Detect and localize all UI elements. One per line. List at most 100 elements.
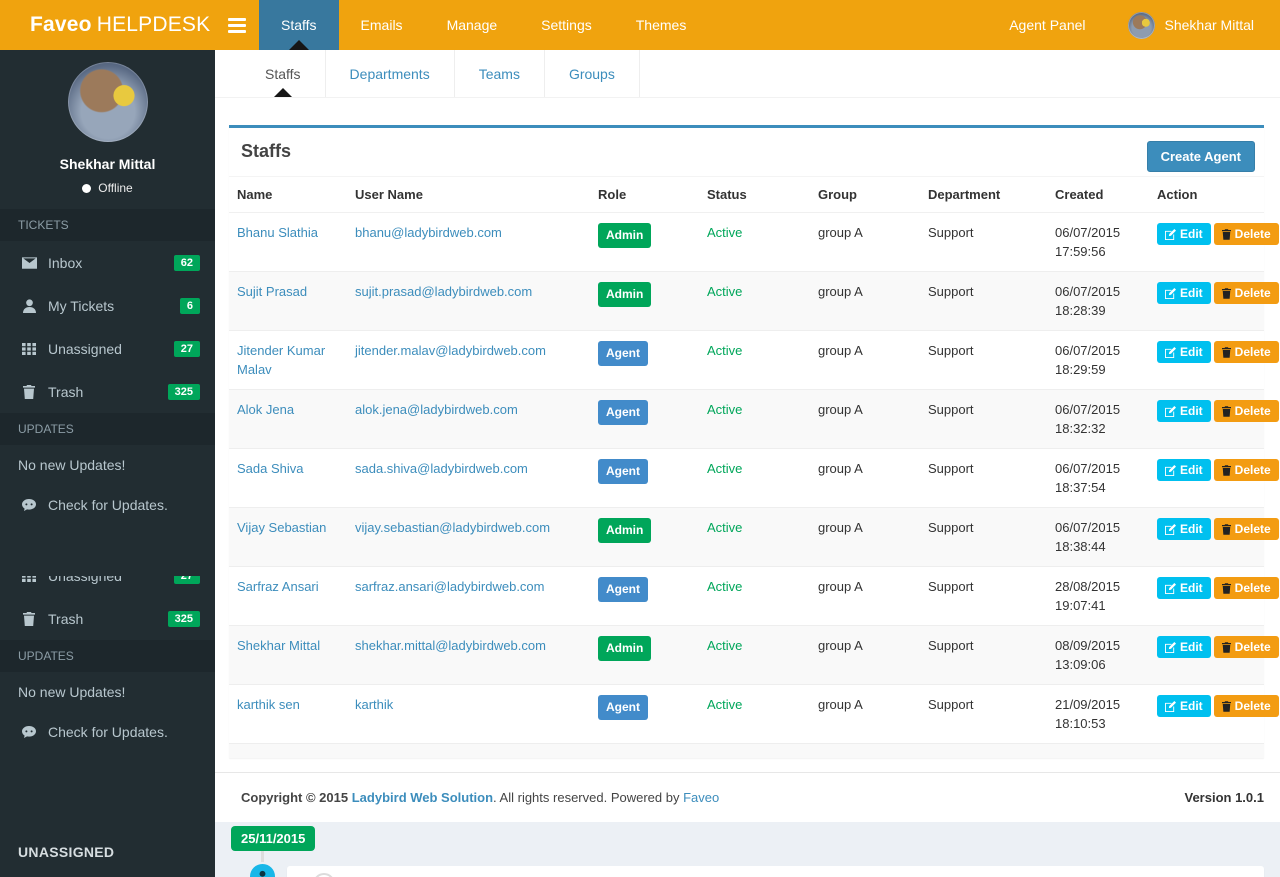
staff-name-link[interactable]: Shekhar Mittal bbox=[237, 638, 320, 653]
nav-item-emails[interactable]: Emails bbox=[339, 0, 425, 50]
col-header-created[interactable]: Created bbox=[1047, 176, 1149, 213]
table-row: Shekhar Mittal shekhar.mittal@ladybirdwe… bbox=[229, 625, 1279, 685]
staff-username-link[interactable]: bhanu@ladybirdweb.com bbox=[355, 225, 502, 240]
edit-button[interactable]: Edit bbox=[1157, 282, 1211, 304]
delete-button[interactable]: Delete bbox=[1213, 282, 1279, 304]
table-row: karthik sen karthik Agent Active group A… bbox=[229, 684, 1279, 743]
delete-button[interactable]: Delete bbox=[1213, 518, 1279, 540]
delete-button[interactable]: Delete bbox=[1213, 695, 1279, 717]
delete-button[interactable]: Delete bbox=[1213, 341, 1279, 363]
create-agent-button[interactable]: Create Agent bbox=[1146, 141, 1255, 172]
col-header-username[interactable]: User Name bbox=[347, 176, 590, 213]
top-navbar: Faveo HELPDESK Staffs Emails Manage Sett… bbox=[0, 0, 1280, 50]
sidebar: Shekhar Mittal Offline TICKETS Inbox 62 … bbox=[0, 50, 215, 877]
subnav-item-groups[interactable]: Groups bbox=[545, 50, 640, 97]
staff-username-link[interactable]: sada.shiva@ladybirdweb.com bbox=[355, 461, 528, 476]
nav-item-themes[interactable]: Themes bbox=[614, 0, 709, 50]
department-text: Support bbox=[928, 461, 974, 476]
col-header-role[interactable]: Role bbox=[590, 176, 699, 213]
created-time: 19:07:41 bbox=[1055, 598, 1106, 613]
edit-button[interactable]: Edit bbox=[1157, 518, 1211, 540]
staff-username-link[interactable]: shekhar.mittal@ladybirdweb.com bbox=[355, 638, 546, 653]
edit-button[interactable]: Edit bbox=[1157, 341, 1211, 363]
sidebar-item-trash-2[interactable]: Trash 325 bbox=[0, 597, 215, 640]
staff-name-link[interactable]: Sujit Prasad bbox=[237, 284, 307, 299]
sidebar-item-inbox[interactable]: Inbox 62 bbox=[0, 241, 215, 284]
status-text: Active bbox=[707, 697, 743, 712]
sidebar-status[interactable]: Offline bbox=[0, 181, 215, 195]
department-text: Support bbox=[928, 697, 974, 712]
subnav-item-departments[interactable]: Departments bbox=[326, 50, 455, 97]
sidebar-item-trash[interactable]: Trash 325 bbox=[0, 370, 215, 413]
nav-item-label: Manage bbox=[446, 17, 498, 33]
created-time: 13:09:06 bbox=[1055, 657, 1106, 672]
no-updates-text-2: No new Updates! bbox=[0, 672, 215, 712]
staff-name-link[interactable]: karthik sen bbox=[237, 697, 300, 712]
staff-username-link[interactable]: karthik bbox=[355, 697, 393, 712]
edit-button[interactable]: Edit bbox=[1157, 636, 1211, 658]
faveo-link[interactable]: Faveo bbox=[683, 790, 719, 805]
delete-button[interactable]: Delete bbox=[1213, 577, 1279, 599]
staff-username-link[interactable]: vijay.sebastian@ladybirdweb.com bbox=[355, 520, 550, 535]
staff-name-link[interactable]: Bhanu Slathia bbox=[237, 225, 318, 240]
nav-item-settings[interactable]: Settings bbox=[519, 0, 614, 50]
panel-title: Staffs bbox=[241, 141, 292, 161]
role-badge: Admin bbox=[598, 518, 652, 543]
role-badge: Admin bbox=[598, 282, 652, 307]
staff-name-link[interactable]: Jitender Kumar Malav bbox=[237, 343, 325, 377]
brand-logo[interactable]: Faveo HELPDESK bbox=[0, 0, 215, 50]
sidebar-item-unassigned-2[interactable]: Unassigned 27 bbox=[0, 576, 215, 597]
col-header-department[interactable]: Department bbox=[920, 176, 1047, 213]
user-avatar bbox=[1127, 11, 1155, 39]
col-header-action[interactable]: Action bbox=[1149, 176, 1264, 213]
staff-name-link[interactable]: Sarfraz Ansari bbox=[237, 579, 319, 594]
group-text: group A bbox=[818, 638, 863, 653]
created-date: 06/07/2015 bbox=[1055, 225, 1121, 240]
staffs-table: Name User Name Role Status Group Departm… bbox=[229, 176, 1279, 743]
subnav-label: Teams bbox=[478, 65, 520, 82]
delete-button[interactable]: Delete bbox=[1213, 400, 1279, 422]
company-link[interactable]: Ladybird Web Solution bbox=[352, 790, 493, 805]
delete-button[interactable]: Delete bbox=[1213, 223, 1279, 245]
col-header-status[interactable]: Status bbox=[699, 176, 810, 213]
sidebar-toggle-button[interactable] bbox=[215, 0, 259, 50]
sidebar-item-label: Trash bbox=[48, 610, 84, 627]
check-updates-link-2[interactable]: Check for Updates. bbox=[0, 712, 215, 752]
col-header-group[interactable]: Group bbox=[810, 176, 920, 213]
edit-button[interactable]: Edit bbox=[1157, 695, 1211, 717]
footer: Copyright © 2015 Ladybird Web Solution. … bbox=[215, 772, 1280, 822]
edit-button[interactable]: Edit bbox=[1157, 577, 1211, 599]
role-badge: Admin bbox=[598, 223, 652, 248]
staff-username-link[interactable]: sujit.prasad@ladybirdweb.com bbox=[355, 284, 532, 299]
edit-button[interactable]: Edit bbox=[1157, 400, 1211, 422]
col-header-name[interactable]: Name bbox=[229, 176, 347, 213]
subnav-item-teams[interactable]: Teams bbox=[455, 50, 545, 97]
department-text: Support bbox=[928, 343, 974, 358]
delete-button[interactable]: Delete bbox=[1213, 459, 1279, 481]
subnav-item-staffs[interactable]: Staffs bbox=[241, 50, 326, 97]
staff-username-link[interactable]: alok.jena@ladybirdweb.com bbox=[355, 402, 518, 417]
nav-item-manage[interactable]: Manage bbox=[425, 0, 520, 50]
staff-name-link[interactable]: Sada Shiva bbox=[237, 461, 304, 476]
edit-button[interactable]: Edit bbox=[1157, 223, 1211, 245]
staff-username-link[interactable]: sarfraz.ansari@ladybirdweb.com bbox=[355, 579, 545, 594]
sidebar-item-my-tickets[interactable]: My Tickets 6 bbox=[0, 284, 215, 327]
staff-name-link[interactable]: Vijay Sebastian bbox=[237, 520, 326, 535]
group-text: group A bbox=[818, 225, 863, 240]
staff-name-link[interactable]: Alok Jena bbox=[237, 402, 294, 417]
group-text: group A bbox=[818, 284, 863, 299]
agent-panel-link[interactable]: Agent Panel bbox=[1009, 17, 1085, 33]
delete-button[interactable]: Delete bbox=[1213, 636, 1279, 658]
sidebar-item-unassigned[interactable]: Unassigned 27 bbox=[0, 327, 215, 370]
staff-username-link[interactable]: jitender.malav@ladybirdweb.com bbox=[355, 343, 546, 358]
check-updates-link[interactable]: Check for Updates. bbox=[0, 485, 215, 525]
user-menu[interactable]: Shekhar Mittal bbox=[1127, 11, 1254, 39]
trash-icon bbox=[18, 384, 40, 399]
created-time: 18:10:53 bbox=[1055, 716, 1106, 731]
created-date: 06/07/2015 bbox=[1055, 461, 1121, 476]
edit-button[interactable]: Edit bbox=[1157, 459, 1211, 481]
role-badge: Admin bbox=[598, 636, 652, 661]
nav-item-staffs[interactable]: Staffs bbox=[259, 0, 339, 50]
timeline-date-badge: 25/11/2015 bbox=[231, 826, 316, 851]
table-row: Bhanu Slathia bhanu@ladybirdweb.com Admi… bbox=[229, 212, 1279, 272]
